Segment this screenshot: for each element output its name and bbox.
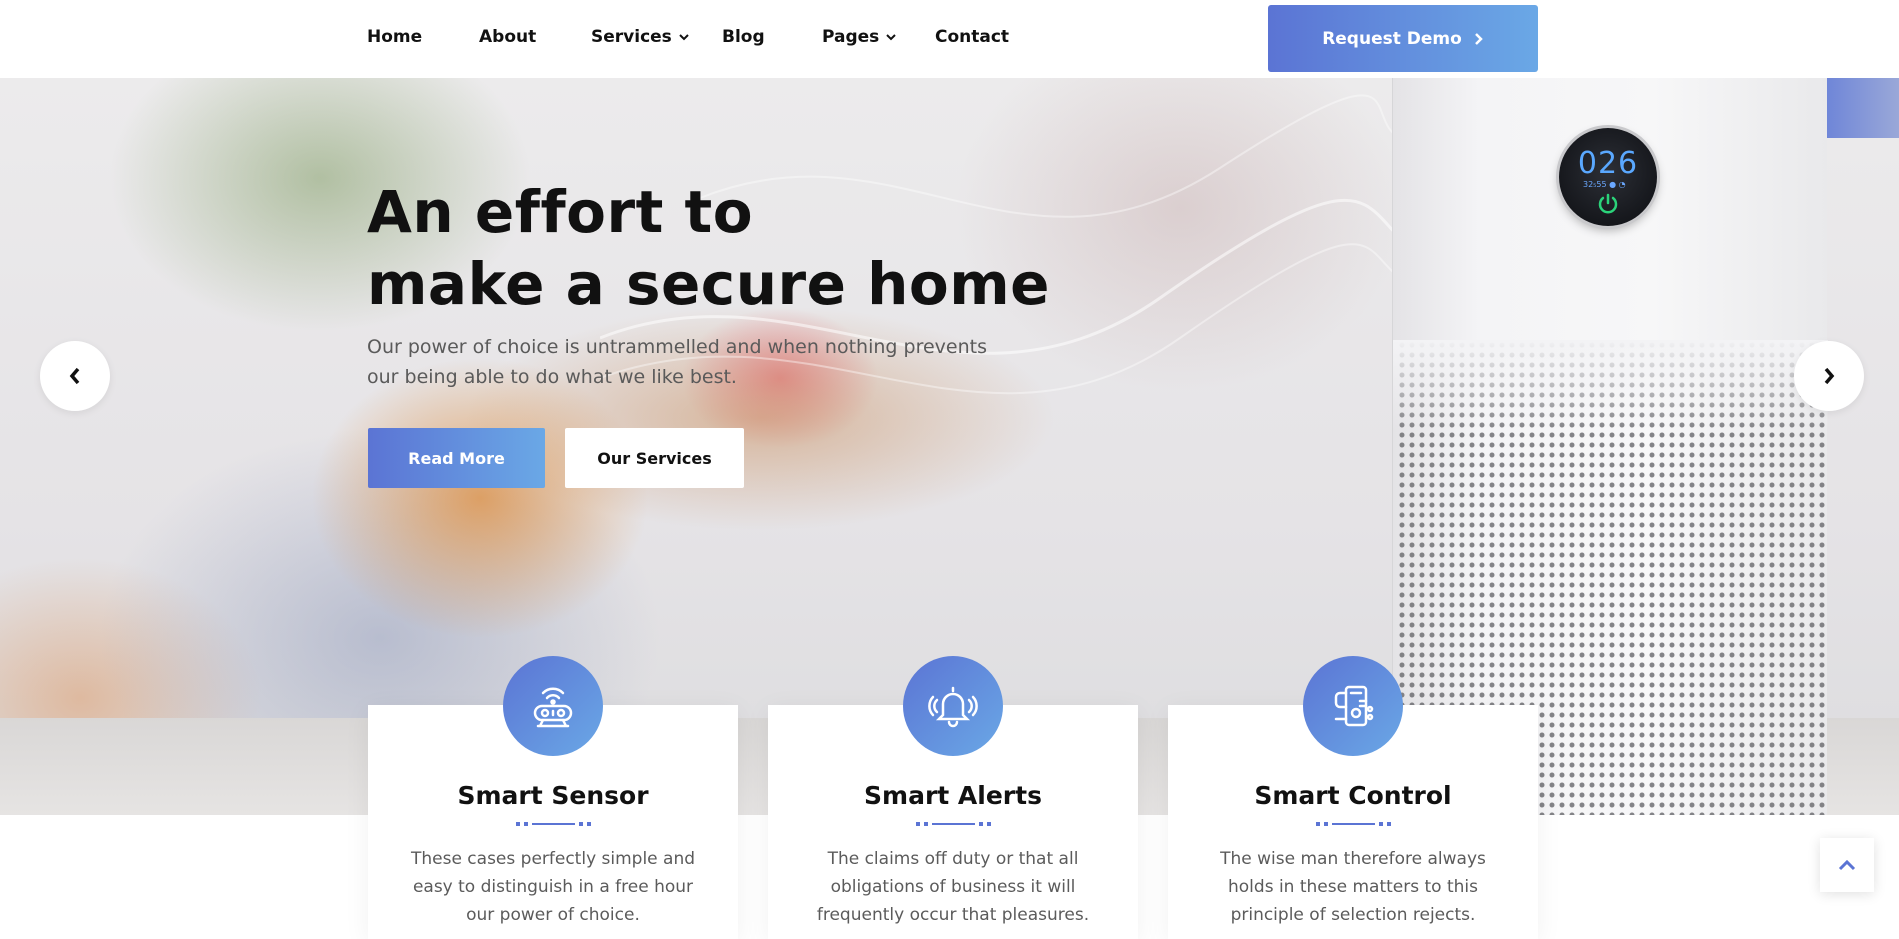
nav-item-about[interactable]: About bbox=[479, 27, 591, 47]
card-text: The wise man therefore always holds in t… bbox=[1220, 849, 1486, 925]
main-navbar: Home About Services Blog Pages Contact R… bbox=[0, 0, 1899, 78]
chevron-down-icon bbox=[886, 34, 897, 41]
chevron-up-icon bbox=[1838, 859, 1856, 871]
nav-item-label: Blog bbox=[722, 27, 765, 47]
nav-item-label: Contact bbox=[935, 27, 1010, 47]
display-subtext: 32₅55 ● ◔ bbox=[1583, 180, 1626, 189]
card-divider bbox=[916, 822, 991, 826]
card-title: Smart Control bbox=[1254, 781, 1452, 810]
nav-item-pages[interactable]: Pages bbox=[822, 27, 935, 47]
nav-links: Home About Services Blog Pages Contact bbox=[367, 0, 1009, 74]
nav-item-contact[interactable]: Contact bbox=[935, 27, 1009, 47]
card-icon-circle bbox=[903, 656, 1003, 756]
our-services-button[interactable]: Our Services bbox=[565, 428, 744, 488]
nav-item-label: Pages bbox=[822, 27, 880, 47]
slider-prev-button[interactable] bbox=[40, 341, 110, 411]
feature-card-smart-control: Smart Control The wise man therefore alw… bbox=[1168, 656, 1538, 939]
our-services-label: Our Services bbox=[597, 448, 712, 468]
request-demo-button[interactable]: Request Demo bbox=[1268, 5, 1538, 72]
hero-title-line-2: make a secure home bbox=[367, 250, 1051, 318]
hero-title: An effort to make a secure home bbox=[367, 176, 1050, 320]
display-reading: 026 bbox=[1577, 146, 1639, 181]
bell-icon bbox=[928, 686, 978, 728]
card-divider bbox=[1316, 822, 1391, 826]
feature-card-smart-sensor: Smart Sensor These cases perfectly simpl… bbox=[368, 656, 738, 939]
nav-item-label: Services bbox=[591, 27, 672, 47]
slider-next-button[interactable] bbox=[1794, 341, 1864, 411]
nav-item-label: About bbox=[479, 27, 537, 47]
request-demo-label: Request Demo bbox=[1322, 28, 1462, 49]
hero-title-line-1: An effort to bbox=[367, 178, 754, 246]
sensor-icon bbox=[533, 687, 573, 728]
scroll-to-top-button[interactable] bbox=[1820, 838, 1874, 892]
feature-card-smart-alerts: Smart Alerts The claims off duty or that… bbox=[768, 656, 1138, 939]
card-text: These cases perfectly simple and easy to… bbox=[410, 849, 696, 925]
nav-item-home[interactable]: Home bbox=[367, 27, 479, 47]
nav-item-blog[interactable]: Blog bbox=[722, 27, 822, 47]
read-more-button[interactable]: Read More bbox=[368, 428, 545, 488]
card-icon-circle bbox=[1303, 656, 1403, 756]
nav-item-services[interactable]: Services bbox=[591, 27, 722, 47]
purifier-display: 026 32₅55 ● ◔ bbox=[1559, 128, 1657, 226]
chevron-down-icon bbox=[679, 34, 689, 41]
chevron-right-icon bbox=[1824, 367, 1835, 385]
chevron-right-icon bbox=[1474, 32, 1483, 45]
card-title: Smart Alerts bbox=[864, 781, 1042, 810]
control-icon bbox=[1334, 685, 1374, 727]
card-title: Smart Sensor bbox=[457, 781, 649, 810]
read-more-label: Read More bbox=[408, 448, 505, 468]
power-icon bbox=[1598, 193, 1618, 214]
card-icon-circle bbox=[503, 656, 603, 756]
chevron-left-icon bbox=[69, 367, 80, 385]
card-text: The claims off duty or that all obligati… bbox=[816, 849, 1090, 925]
hero-description: Our power of choice is untrammelled and … bbox=[367, 336, 987, 388]
nav-item-label: Home bbox=[367, 27, 423, 47]
card-divider bbox=[516, 822, 591, 826]
